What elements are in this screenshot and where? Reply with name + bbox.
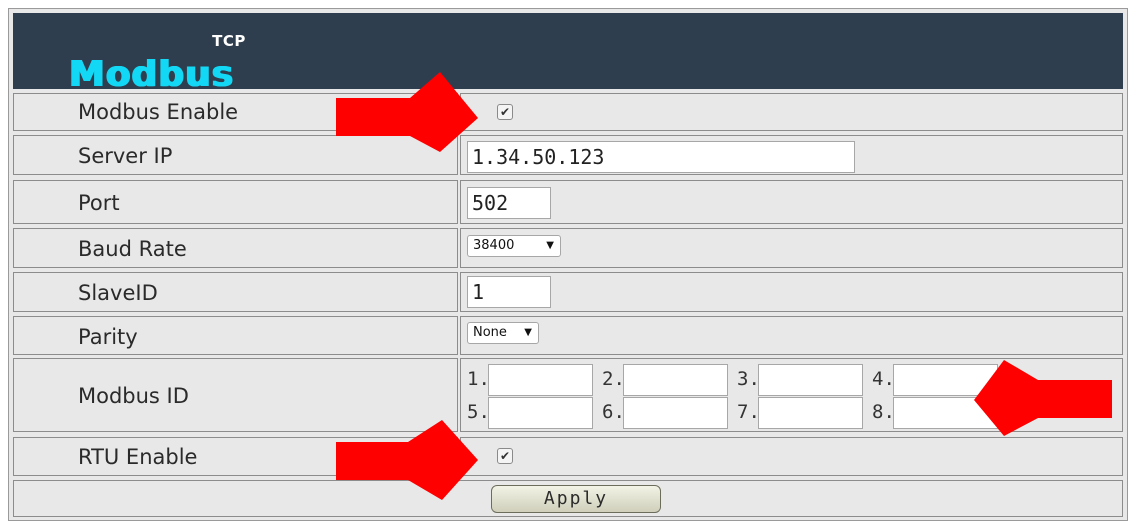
red-arrow-icon: [974, 360, 1112, 436]
annotation-layer: [336, 72, 1112, 500]
red-arrow-icon: [336, 72, 478, 152]
red-arrow-icon: [336, 420, 478, 500]
